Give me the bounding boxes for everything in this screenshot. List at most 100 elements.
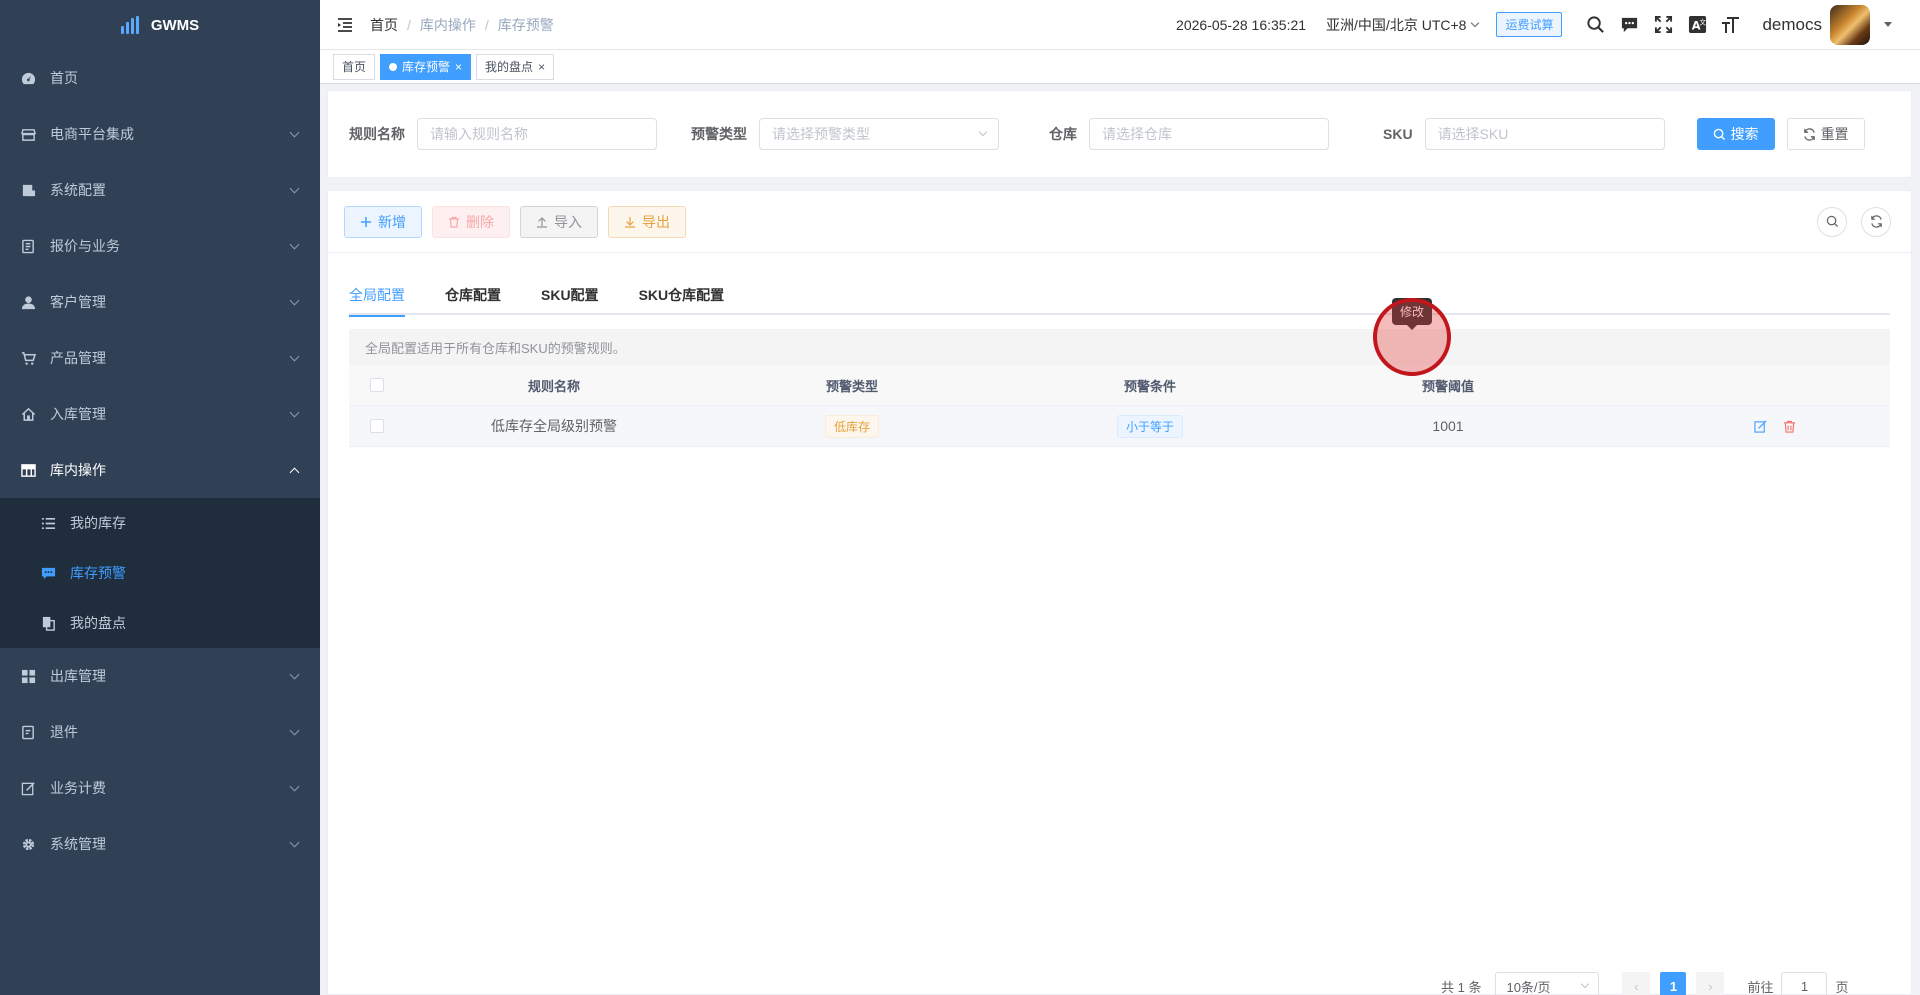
tab-warehouse-config[interactable]: 仓库配置 (425, 275, 521, 315)
sidebar-item-label: 我的库存 (70, 515, 126, 531)
sidebar-item-returns[interactable]: 退件 (0, 704, 320, 760)
sku-select[interactable]: 请选择SKU (1424, 118, 1665, 150)
font-size-icon[interactable] (1720, 14, 1742, 36)
import-button[interactable]: 导入 (520, 205, 598, 238)
tab-sku-config[interactable]: SKU配置 (521, 275, 619, 315)
cell-condition: 小于等于 (1001, 414, 1299, 438)
select-all-checkbox[interactable] (370, 378, 384, 392)
grid-icon (20, 462, 36, 478)
freight-calc-button[interactable]: 运费试算 (1496, 12, 1563, 37)
trash-icon (448, 216, 460, 228)
sidebar-item-label: 业务计费 (50, 780, 106, 796)
sidebar-item-outbound[interactable]: 出库管理 (0, 648, 320, 704)
chevron-down-icon (289, 183, 300, 193)
delete-button-label: 删除 (466, 213, 494, 230)
chevron-down-icon (289, 351, 300, 361)
sidebar-item-my-stocktake[interactable]: 我的盘点 (0, 598, 320, 648)
page-size-select[interactable]: 10条/页 (1495, 972, 1600, 995)
tag-my-stocktake[interactable]: 我的盘点 × (476, 53, 555, 80)
warehouse-select[interactable]: 请选择仓库 (1089, 118, 1329, 150)
sidebar-item-quote[interactable]: 报价与业务 (0, 218, 320, 274)
sidebar-item-product[interactable]: 产品管理 (0, 330, 320, 386)
rule-name-input[interactable]: 请输入规则名称 (417, 118, 657, 150)
edit-tooltip: 修改 (1392, 298, 1433, 330)
row-checkbox-cell (349, 419, 405, 433)
datetime-display: 2026-05-28 16:35:21 (1176, 16, 1307, 33)
breadcrumb-separator: / (484, 16, 489, 33)
breadcrumb-home[interactable]: 首页 (370, 15, 398, 35)
caret-down-icon[interactable] (1884, 22, 1892, 27)
plus-icon (360, 216, 372, 228)
sidebar-item-billing[interactable]: 业务计费 (0, 760, 320, 816)
breadcrumb-warehouse-ops: 库内操作 (419, 16, 476, 33)
row-checkbox[interactable] (370, 419, 384, 433)
gear-icon (20, 836, 36, 852)
store-icon (20, 126, 36, 142)
logo[interactable]: GWMS (0, 0, 320, 50)
toggle-search-button[interactable] (1817, 206, 1847, 237)
tag-inventory-alert[interactable]: 库存预警 × (380, 53, 472, 80)
tag-label: 首页 (342, 60, 367, 74)
sidebar: GWMS 首页 电商平台集成 系统配置 报价与业务 客户管理 产品管理 入库管理… (0, 0, 320, 995)
sidebar-item-label: 报价与业务 (50, 238, 120, 254)
timezone-select[interactable]: 亚洲/中国/北京 UTC+8 (1326, 15, 1480, 35)
search-button[interactable]: 搜索 (1696, 118, 1775, 150)
reset-button[interactable]: 重置 (1786, 118, 1865, 150)
delete-row-icon[interactable] (1783, 420, 1796, 433)
sku-label: SKU (1383, 126, 1413, 142)
cell-threshold: 1001 (1432, 418, 1464, 434)
page-number-current[interactable]: 1 (1660, 972, 1687, 995)
refresh-button[interactable] (1861, 206, 1891, 237)
delete-button[interactable]: 删除 (432, 205, 510, 238)
refresh-icon (1803, 127, 1816, 141)
fullscreen-icon[interactable] (1652, 14, 1674, 36)
tab-global-config[interactable]: 全局配置 (349, 275, 425, 317)
sidebar-item-label: 我的盘点 (70, 615, 126, 631)
goto-page-input[interactable]: 1 (1781, 972, 1828, 995)
search-icon (1826, 215, 1838, 228)
search-icon[interactable] (1584, 14, 1606, 36)
warn-type-select[interactable]: 请选择预警类型 (759, 118, 999, 150)
breadcrumb-current: 库存预警 (497, 16, 554, 33)
row-actions (1753, 420, 1796, 433)
sidebar-item-system-admin[interactable]: 系统管理 (0, 816, 320, 872)
top-header: 首页 / 库内操作 / 库存预警 2026-05-28 16:35:21 亚洲/… (320, 0, 1920, 50)
sidebar-item-system-config[interactable]: 系统配置 (0, 162, 320, 218)
cell-actions (1597, 420, 1890, 433)
next-page-button[interactable]: › (1696, 972, 1725, 995)
app-title: GWMS (150, 16, 200, 34)
refresh-icon (1870, 215, 1882, 228)
sidebar-item-customer[interactable]: 客户管理 (0, 274, 320, 330)
close-icon[interactable]: × (455, 60, 462, 74)
chat-icon[interactable] (1618, 14, 1640, 36)
export-button[interactable]: 导出 (608, 205, 686, 238)
sidebar-item-inventory-alert[interactable]: 库存预警 (0, 548, 320, 598)
avatar[interactable] (1830, 4, 1870, 45)
chevron-down-icon (289, 407, 300, 417)
translate-icon[interactable]: A文 (1686, 14, 1708, 36)
field-rule-name: 规则名称 请输入规则名称 (349, 118, 657, 150)
tag-label: 我的盘点 (485, 60, 534, 74)
toolbar-right (1803, 206, 1911, 237)
close-icon[interactable]: × (538, 60, 545, 74)
sidebar-item-inbound[interactable]: 入库管理 (0, 386, 320, 442)
tab-sku-warehouse-config[interactable]: SKU仓库配置 (619, 275, 745, 315)
username[interactable]: democs (1762, 15, 1822, 35)
chevron-up-icon (289, 467, 300, 477)
field-warn-type: 预警类型 请选择预警类型 (691, 118, 999, 150)
condition-tag: 小于等于 (1116, 414, 1183, 438)
tag-home[interactable]: 首页 (333, 53, 376, 80)
chevron-down-icon (289, 725, 300, 735)
prev-page-button[interactable]: ‹ (1622, 972, 1651, 995)
sidebar-item-home[interactable]: 首页 (0, 50, 320, 106)
warehouse-label: 仓库 (1049, 126, 1077, 142)
main-card: 新增 删除 导入 导出 全局配置 仓库配置 SKU配置 SKU仓库配置 全局配置… (327, 190, 1912, 995)
sidebar-item-warehouse-ops[interactable]: 库内操作 (0, 442, 320, 498)
page-size-value: 10条/页 (1506, 979, 1551, 995)
sidebar-item-my-inventory[interactable]: 我的库存 (0, 498, 320, 548)
hamburger-button[interactable] (320, 16, 370, 34)
add-button[interactable]: 新增 (344, 205, 422, 238)
sidebar-item-ecommerce[interactable]: 电商平台集成 (0, 106, 320, 162)
edit-icon[interactable] (1753, 420, 1767, 433)
search-button-label: 搜索 (1730, 126, 1759, 142)
